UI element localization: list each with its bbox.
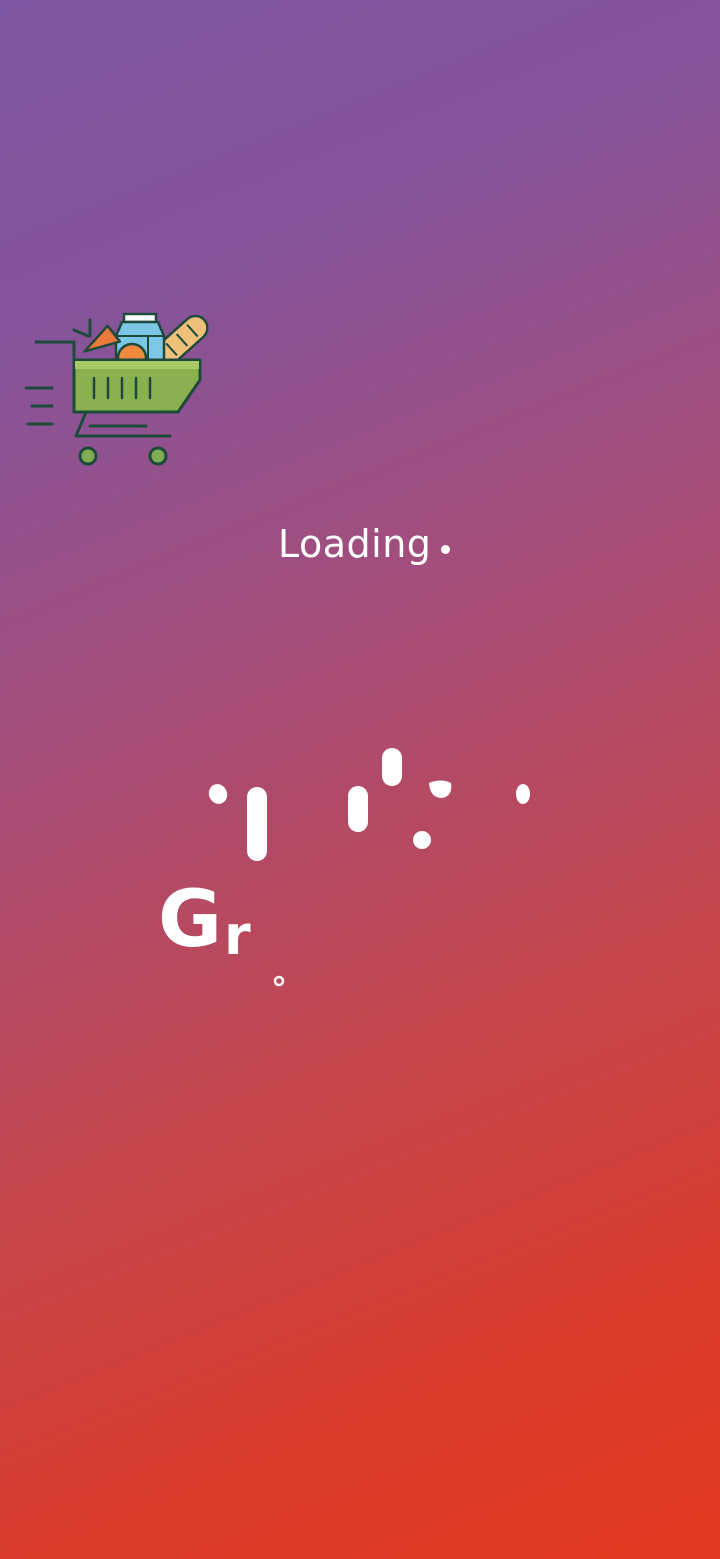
particle bbox=[516, 784, 530, 804]
particle bbox=[348, 786, 368, 832]
particle bbox=[413, 831, 431, 849]
brand-letter-g: G bbox=[158, 875, 223, 965]
particle bbox=[429, 780, 452, 798]
shopping-cart-icon bbox=[24, 312, 209, 466]
particle bbox=[208, 784, 228, 804]
loading-label: Loading bbox=[278, 522, 432, 566]
brand-letter-r: r bbox=[224, 904, 251, 967]
particle bbox=[273, 975, 285, 987]
particle bbox=[382, 748, 402, 786]
splash-screen: Loading G r bbox=[0, 0, 720, 1559]
particle bbox=[247, 787, 267, 861]
loading-indicator: Loading bbox=[278, 520, 451, 568]
loading-dot-icon bbox=[441, 544, 451, 554]
